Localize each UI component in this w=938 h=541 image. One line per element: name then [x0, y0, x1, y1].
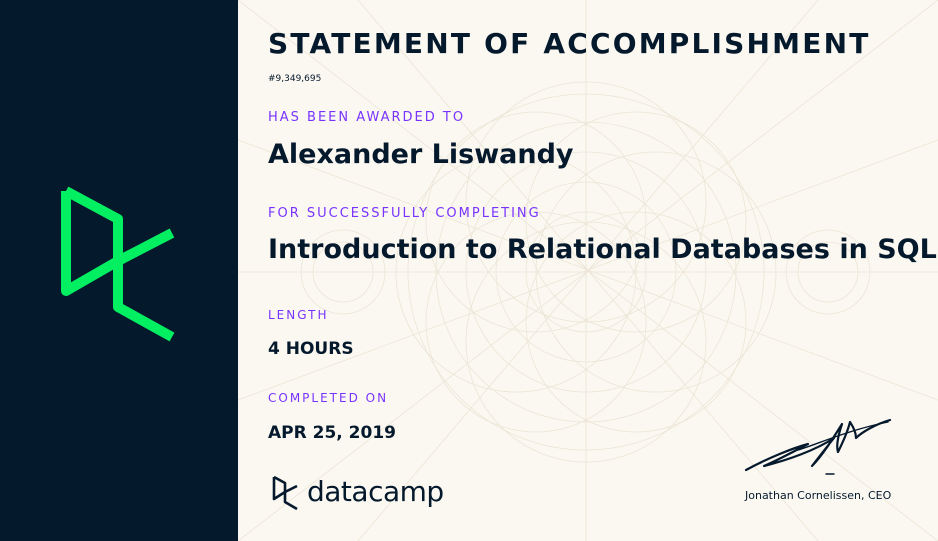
- ceo-signature: [744, 418, 892, 475]
- completed-date: APR 25, 2019: [268, 423, 396, 443]
- recipient-name: Alexander Liswandy: [268, 139, 574, 170]
- length-label: LENGTH: [268, 308, 329, 322]
- datacamp-logo-icon: [61, 186, 175, 342]
- sidebar: [0, 0, 238, 541]
- awarded-label: HAS BEEN AWARDED TO: [268, 110, 466, 125]
- brand-wordmark: datacamp: [307, 475, 444, 508]
- datacamp-brand: datacamp: [271, 473, 471, 513]
- length-value: 4 HOURS: [268, 339, 354, 359]
- datacamp-mark-icon: [272, 475, 298, 511]
- completed-label: COMPLETED ON: [268, 391, 389, 405]
- certificate-body: STATEMENT OF ACCOMPLISHMENT #9,349,695 H…: [238, 0, 938, 541]
- signer-name: Jonathan Cornelissen, CEO: [745, 489, 892, 502]
- course-title: Introduction to Relational Databases in …: [268, 234, 937, 265]
- completing-label: FOR SUCCESSFULLY COMPLETING: [268, 206, 541, 221]
- certificate-id: #9,349,695: [268, 74, 322, 84]
- certificate-title: STATEMENT OF ACCOMPLISHMENT: [268, 27, 871, 60]
